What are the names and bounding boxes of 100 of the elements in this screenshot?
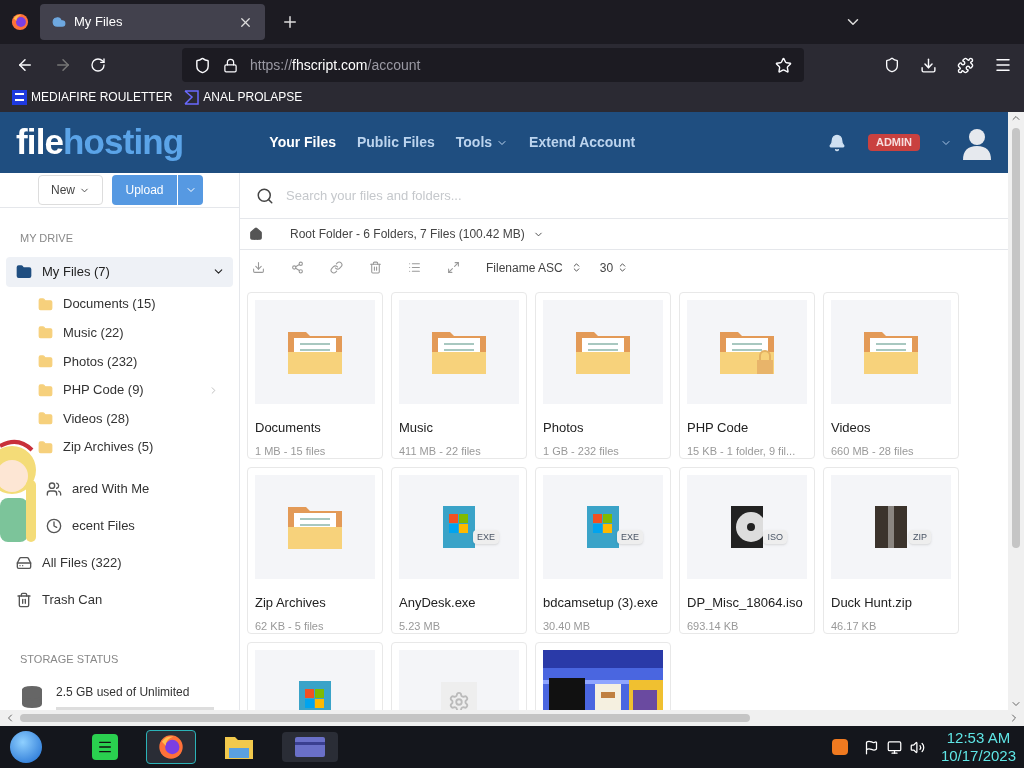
file-name: Music [399, 419, 434, 437]
folder-item[interactable]: Music (22) [38, 318, 239, 348]
folder-icon [38, 382, 53, 398]
file-name: Videos [831, 419, 872, 437]
flag-icon[interactable] [863, 739, 879, 755]
file-name: Duck Hunt.zip [831, 594, 913, 612]
file-card[interactable]: ZIP Duck Hunt.zip 46.17 KB [823, 467, 959, 634]
trash-icon[interactable] [369, 261, 382, 274]
folder-item[interactable]: PHP Code (9) [38, 375, 239, 405]
folder-item[interactable]: Documents (15) [38, 289, 239, 319]
section-label: MY DRIVE [20, 231, 74, 247]
menu-icon[interactable] [994, 56, 1012, 74]
taskbar-item[interactable] [282, 732, 338, 762]
bookmark[interactable]: ANAL PROLAPSE [184, 88, 303, 106]
file-meta: 693.14 KB [687, 618, 740, 634]
file-card[interactable]: ISO DP_Misc_18064.iso 693.14 KB [679, 467, 815, 634]
file-name: Documents [255, 419, 322, 437]
reload-icon[interactable] [90, 57, 106, 73]
download-icon[interactable] [920, 56, 937, 74]
back-icon[interactable] [16, 56, 34, 74]
url-text: https://fhscript.com/account [250, 55, 422, 75]
sort-dropdown[interactable]: Filename ASC [486, 258, 582, 277]
file-card[interactable]: Documents 1 MB - 15 files [247, 292, 383, 459]
file-name: DP_Misc_18064.iso [687, 594, 804, 612]
file-card[interactable]: Music 411 MB - 22 files [391, 292, 527, 459]
nav-link[interactable]: Public Files [357, 132, 435, 153]
folder-item[interactable]: Photos (232) [38, 347, 239, 376]
sidebar-item[interactable]: Trash Can [6, 584, 233, 615]
folder-item[interactable]: Videos (28) [38, 404, 239, 433]
card-icon [295, 737, 325, 757]
forward-icon[interactable] [54, 56, 72, 74]
file-meta: 1 GB - 232 files [543, 443, 620, 459]
network-icon[interactable] [886, 739, 902, 755]
section-label: STORAGE STATUS [20, 651, 120, 667]
users-icon [46, 480, 62, 497]
site-logo[interactable]: filehosting [16, 116, 184, 169]
tab-title: My Files [74, 13, 124, 32]
new-tab-icon[interactable] [281, 13, 299, 31]
page-size-dropdown[interactable]: 30 [599, 258, 629, 277]
shield-icon[interactable] [194, 56, 211, 74]
address-bar[interactable]: https://fhscript.com/account [182, 48, 804, 82]
upload-menu-button[interactable] [178, 175, 203, 206]
folder-icon [38, 353, 53, 369]
tray-app-icon[interactable] [831, 739, 848, 755]
firefox-icon [11, 13, 29, 31]
sidebar-item[interactable]: All Files (322) [6, 547, 233, 578]
file-name: Zip Archives [255, 594, 327, 612]
browser-tab[interactable]: My Files [40, 4, 265, 40]
file-name: Photos [543, 419, 585, 437]
folder-icon[interactable] [224, 734, 254, 760]
file-card[interactable]: Photos 1 GB - 232 files [535, 292, 671, 459]
folder-icon [38, 296, 53, 312]
lock-icon[interactable] [223, 57, 238, 73]
storage-text: 2.5 GB used of Unlimited [56, 684, 191, 701]
breadcrumb[interactable]: Root Folder - 6 Folders, 7 Files (100.42 MB) [290, 225, 544, 243]
folder-icon [16, 263, 32, 280]
volume-icon[interactable] [909, 739, 925, 755]
file-card[interactable]: Zip Archives 62 KB - 5 files [247, 467, 383, 634]
clock[interactable]: 12:53 AM 10/17/2023 [940, 729, 1016, 765]
file-card[interactable]: PHP Code 15 KB - 1 folder, 9 fil... [679, 292, 815, 459]
share-icon[interactable] [291, 261, 304, 274]
bell-icon[interactable] [827, 133, 846, 152]
window-icon [587, 506, 619, 548]
firefox-icon [158, 734, 184, 760]
file-meta: 5.23 MB [399, 618, 441, 634]
clock-icon [46, 517, 62, 534]
taskbar-item[interactable] [146, 730, 196, 764]
folder-icon [38, 411, 53, 427]
search-icon [256, 186, 274, 205]
bookmark[interactable]: MEDIAFIRE ROULETTER [12, 88, 173, 106]
zipper-icon [875, 506, 907, 548]
drive-icon [16, 554, 32, 571]
file-type-label: ZIP [909, 530, 931, 544]
nav-link[interactable]: Extend Account [529, 132, 636, 153]
file-card[interactable]: EXE AnyDesk.exe 5.23 MB [391, 467, 527, 634]
bookmark-star-icon[interactable] [775, 56, 792, 74]
search-field[interactable]: Search your files and folders... [286, 185, 992, 206]
window-icon [443, 506, 475, 548]
sidebar-item[interactable]: My Files (7) [6, 256, 233, 287]
sidebar-item[interactable]: ared With Me [44, 473, 233, 504]
link-icon[interactable] [330, 261, 343, 274]
list-icon[interactable] [408, 261, 421, 274]
file-card[interactable]: EXE bdcamsetup (3).exe 30.40 MB [535, 467, 671, 634]
home-icon[interactable] [249, 227, 263, 241]
file-card[interactable]: Videos 660 MB - 28 files [823, 292, 959, 459]
file-type-label: ISO [763, 530, 787, 544]
cloud-icon [52, 15, 66, 29]
extensions-icon[interactable] [957, 56, 974, 74]
file-meta: 62 KB - 5 files [255, 618, 325, 634]
new-button[interactable]: New [38, 175, 103, 206]
start-button[interactable] [10, 731, 42, 763]
folder-icon [38, 439, 53, 455]
database-icon [20, 684, 44, 709]
nav-link[interactable]: Your Files [269, 132, 336, 153]
admin-badge: ADMIN [867, 134, 920, 151]
folder-item[interactable]: Zip Archives (5) [38, 432, 239, 462]
app-icon[interactable] [92, 734, 118, 760]
sidebar-item[interactable]: ecent Files [44, 510, 233, 541]
nav-link[interactable]: Tools [455, 132, 509, 153]
file-name: bdcamsetup (3).exe [543, 594, 659, 612]
